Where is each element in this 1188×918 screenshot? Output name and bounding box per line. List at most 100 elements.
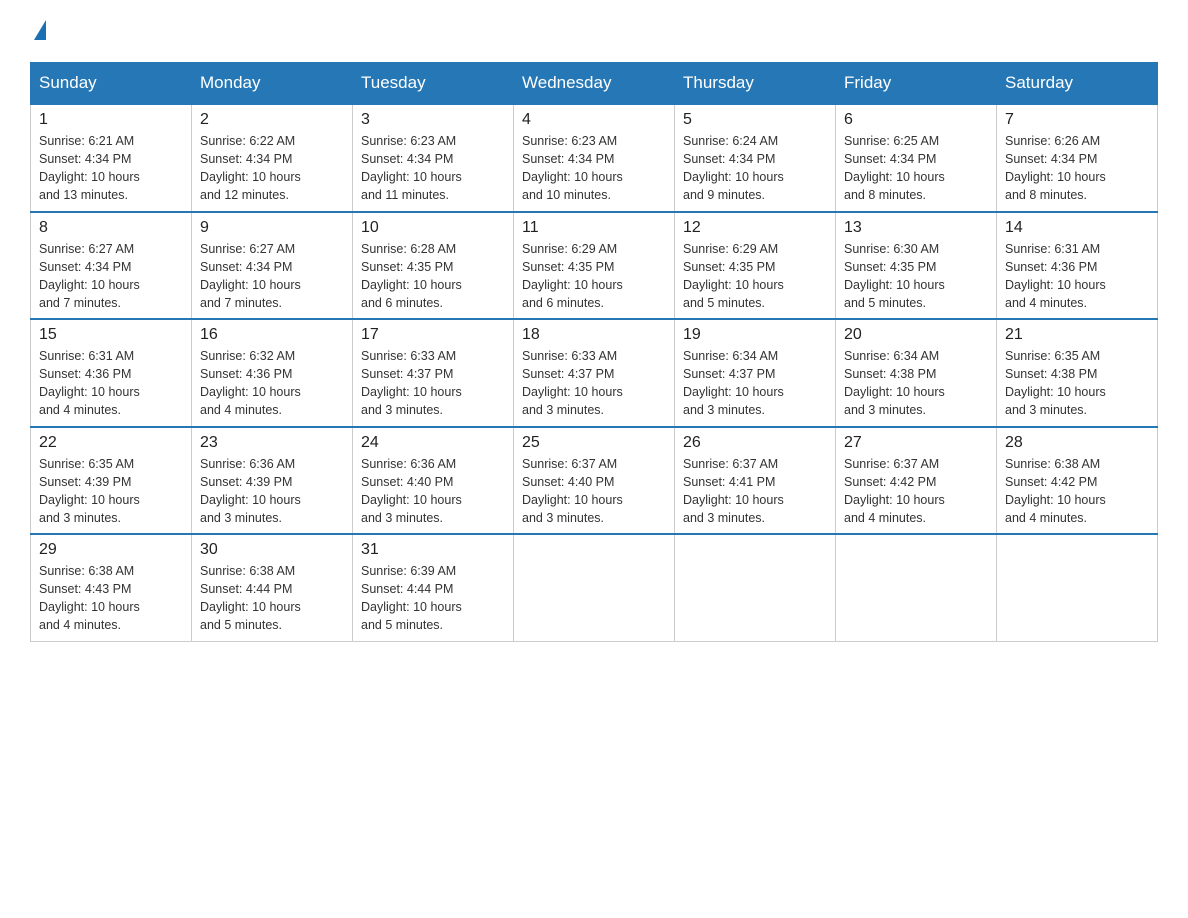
calendar-cell: 16 Sunrise: 6:32 AMSunset: 4:36 PMDaylig… xyxy=(192,319,353,427)
calendar-cell: 29 Sunrise: 6:38 AMSunset: 4:43 PMDaylig… xyxy=(31,534,192,641)
day-info: Sunrise: 6:30 AMSunset: 4:35 PMDaylight:… xyxy=(844,240,988,313)
day-number: 31 xyxy=(361,541,505,559)
day-number: 2 xyxy=(200,111,344,129)
day-number: 24 xyxy=(361,434,505,452)
header-monday: Monday xyxy=(192,63,353,105)
calendar-cell: 2 Sunrise: 6:22 AMSunset: 4:34 PMDayligh… xyxy=(192,104,353,212)
header-saturday: Saturday xyxy=(997,63,1158,105)
header-wednesday: Wednesday xyxy=(514,63,675,105)
calendar-cell: 3 Sunrise: 6:23 AMSunset: 4:34 PMDayligh… xyxy=(353,104,514,212)
day-info: Sunrise: 6:33 AMSunset: 4:37 PMDaylight:… xyxy=(522,347,666,420)
calendar-cell: 28 Sunrise: 6:38 AMSunset: 4:42 PMDaylig… xyxy=(997,427,1158,535)
day-info: Sunrise: 6:35 AMSunset: 4:39 PMDaylight:… xyxy=(39,455,183,528)
day-info: Sunrise: 6:21 AMSunset: 4:34 PMDaylight:… xyxy=(39,132,183,205)
day-number: 1 xyxy=(39,111,183,129)
calendar-cell: 4 Sunrise: 6:23 AMSunset: 4:34 PMDayligh… xyxy=(514,104,675,212)
week-row-5: 29 Sunrise: 6:38 AMSunset: 4:43 PMDaylig… xyxy=(31,534,1158,641)
day-number: 10 xyxy=(361,219,505,237)
day-info: Sunrise: 6:28 AMSunset: 4:35 PMDaylight:… xyxy=(361,240,505,313)
calendar-cell: 23 Sunrise: 6:36 AMSunset: 4:39 PMDaylig… xyxy=(192,427,353,535)
day-number: 7 xyxy=(1005,111,1149,129)
logo-triangle-icon xyxy=(34,20,46,40)
day-number: 5 xyxy=(683,111,827,129)
day-number: 9 xyxy=(200,219,344,237)
day-info: Sunrise: 6:39 AMSunset: 4:44 PMDaylight:… xyxy=(361,562,505,635)
calendar-cell: 5 Sunrise: 6:24 AMSunset: 4:34 PMDayligh… xyxy=(675,104,836,212)
day-info: Sunrise: 6:33 AMSunset: 4:37 PMDaylight:… xyxy=(361,347,505,420)
page-header xyxy=(30,20,1158,42)
calendar-cell: 31 Sunrise: 6:39 AMSunset: 4:44 PMDaylig… xyxy=(353,534,514,641)
calendar-cell xyxy=(514,534,675,641)
day-number: 13 xyxy=(844,219,988,237)
day-number: 6 xyxy=(844,111,988,129)
day-info: Sunrise: 6:31 AMSunset: 4:36 PMDaylight:… xyxy=(39,347,183,420)
calendar-cell: 26 Sunrise: 6:37 AMSunset: 4:41 PMDaylig… xyxy=(675,427,836,535)
calendar-cell: 1 Sunrise: 6:21 AMSunset: 4:34 PMDayligh… xyxy=(31,104,192,212)
day-info: Sunrise: 6:23 AMSunset: 4:34 PMDaylight:… xyxy=(522,132,666,205)
day-info: Sunrise: 6:25 AMSunset: 4:34 PMDaylight:… xyxy=(844,132,988,205)
day-info: Sunrise: 6:37 AMSunset: 4:41 PMDaylight:… xyxy=(683,455,827,528)
calendar-cell: 19 Sunrise: 6:34 AMSunset: 4:37 PMDaylig… xyxy=(675,319,836,427)
calendar-cell: 6 Sunrise: 6:25 AMSunset: 4:34 PMDayligh… xyxy=(836,104,997,212)
day-number: 17 xyxy=(361,326,505,344)
calendar-cell: 27 Sunrise: 6:37 AMSunset: 4:42 PMDaylig… xyxy=(836,427,997,535)
day-info: Sunrise: 6:37 AMSunset: 4:40 PMDaylight:… xyxy=(522,455,666,528)
calendar-cell xyxy=(836,534,997,641)
calendar-cell: 25 Sunrise: 6:37 AMSunset: 4:40 PMDaylig… xyxy=(514,427,675,535)
day-info: Sunrise: 6:29 AMSunset: 4:35 PMDaylight:… xyxy=(683,240,827,313)
calendar-cell: 18 Sunrise: 6:33 AMSunset: 4:37 PMDaylig… xyxy=(514,319,675,427)
day-info: Sunrise: 6:27 AMSunset: 4:34 PMDaylight:… xyxy=(39,240,183,313)
day-info: Sunrise: 6:26 AMSunset: 4:34 PMDaylight:… xyxy=(1005,132,1149,205)
day-number: 22 xyxy=(39,434,183,452)
day-number: 3 xyxy=(361,111,505,129)
logo xyxy=(30,20,46,42)
day-number: 21 xyxy=(1005,326,1149,344)
day-number: 12 xyxy=(683,219,827,237)
day-info: Sunrise: 6:22 AMSunset: 4:34 PMDaylight:… xyxy=(200,132,344,205)
day-info: Sunrise: 6:27 AMSunset: 4:34 PMDaylight:… xyxy=(200,240,344,313)
calendar-cell: 12 Sunrise: 6:29 AMSunset: 4:35 PMDaylig… xyxy=(675,212,836,320)
day-info: Sunrise: 6:37 AMSunset: 4:42 PMDaylight:… xyxy=(844,455,988,528)
week-row-2: 8 Sunrise: 6:27 AMSunset: 4:34 PMDayligh… xyxy=(31,212,1158,320)
day-number: 15 xyxy=(39,326,183,344)
day-number: 30 xyxy=(200,541,344,559)
day-number: 16 xyxy=(200,326,344,344)
logo-blue-text xyxy=(30,20,46,42)
day-info: Sunrise: 6:31 AMSunset: 4:36 PMDaylight:… xyxy=(1005,240,1149,313)
day-info: Sunrise: 6:29 AMSunset: 4:35 PMDaylight:… xyxy=(522,240,666,313)
calendar-cell: 20 Sunrise: 6:34 AMSunset: 4:38 PMDaylig… xyxy=(836,319,997,427)
day-info: Sunrise: 6:38 AMSunset: 4:43 PMDaylight:… xyxy=(39,562,183,635)
day-number: 14 xyxy=(1005,219,1149,237)
calendar-cell: 22 Sunrise: 6:35 AMSunset: 4:39 PMDaylig… xyxy=(31,427,192,535)
calendar-cell: 17 Sunrise: 6:33 AMSunset: 4:37 PMDaylig… xyxy=(353,319,514,427)
day-number: 20 xyxy=(844,326,988,344)
calendar-cell: 9 Sunrise: 6:27 AMSunset: 4:34 PMDayligh… xyxy=(192,212,353,320)
day-info: Sunrise: 6:34 AMSunset: 4:37 PMDaylight:… xyxy=(683,347,827,420)
calendar-cell: 30 Sunrise: 6:38 AMSunset: 4:44 PMDaylig… xyxy=(192,534,353,641)
week-row-4: 22 Sunrise: 6:35 AMSunset: 4:39 PMDaylig… xyxy=(31,427,1158,535)
calendar-cell: 15 Sunrise: 6:31 AMSunset: 4:36 PMDaylig… xyxy=(31,319,192,427)
day-info: Sunrise: 6:38 AMSunset: 4:44 PMDaylight:… xyxy=(200,562,344,635)
day-number: 25 xyxy=(522,434,666,452)
header-tuesday: Tuesday xyxy=(353,63,514,105)
calendar-cell xyxy=(675,534,836,641)
calendar-cell: 13 Sunrise: 6:30 AMSunset: 4:35 PMDaylig… xyxy=(836,212,997,320)
week-row-3: 15 Sunrise: 6:31 AMSunset: 4:36 PMDaylig… xyxy=(31,319,1158,427)
header-sunday: Sunday xyxy=(31,63,192,105)
day-info: Sunrise: 6:35 AMSunset: 4:38 PMDaylight:… xyxy=(1005,347,1149,420)
header-thursday: Thursday xyxy=(675,63,836,105)
day-number: 19 xyxy=(683,326,827,344)
calendar-cell: 11 Sunrise: 6:29 AMSunset: 4:35 PMDaylig… xyxy=(514,212,675,320)
day-info: Sunrise: 6:24 AMSunset: 4:34 PMDaylight:… xyxy=(683,132,827,205)
calendar-cell: 24 Sunrise: 6:36 AMSunset: 4:40 PMDaylig… xyxy=(353,427,514,535)
week-row-1: 1 Sunrise: 6:21 AMSunset: 4:34 PMDayligh… xyxy=(31,104,1158,212)
calendar-cell: 7 Sunrise: 6:26 AMSunset: 4:34 PMDayligh… xyxy=(997,104,1158,212)
day-info: Sunrise: 6:38 AMSunset: 4:42 PMDaylight:… xyxy=(1005,455,1149,528)
day-info: Sunrise: 6:34 AMSunset: 4:38 PMDaylight:… xyxy=(844,347,988,420)
day-number: 26 xyxy=(683,434,827,452)
day-number: 23 xyxy=(200,434,344,452)
weekday-header-row: Sunday Monday Tuesday Wednesday Thursday… xyxy=(31,63,1158,105)
calendar-cell: 14 Sunrise: 6:31 AMSunset: 4:36 PMDaylig… xyxy=(997,212,1158,320)
day-number: 18 xyxy=(522,326,666,344)
day-number: 4 xyxy=(522,111,666,129)
